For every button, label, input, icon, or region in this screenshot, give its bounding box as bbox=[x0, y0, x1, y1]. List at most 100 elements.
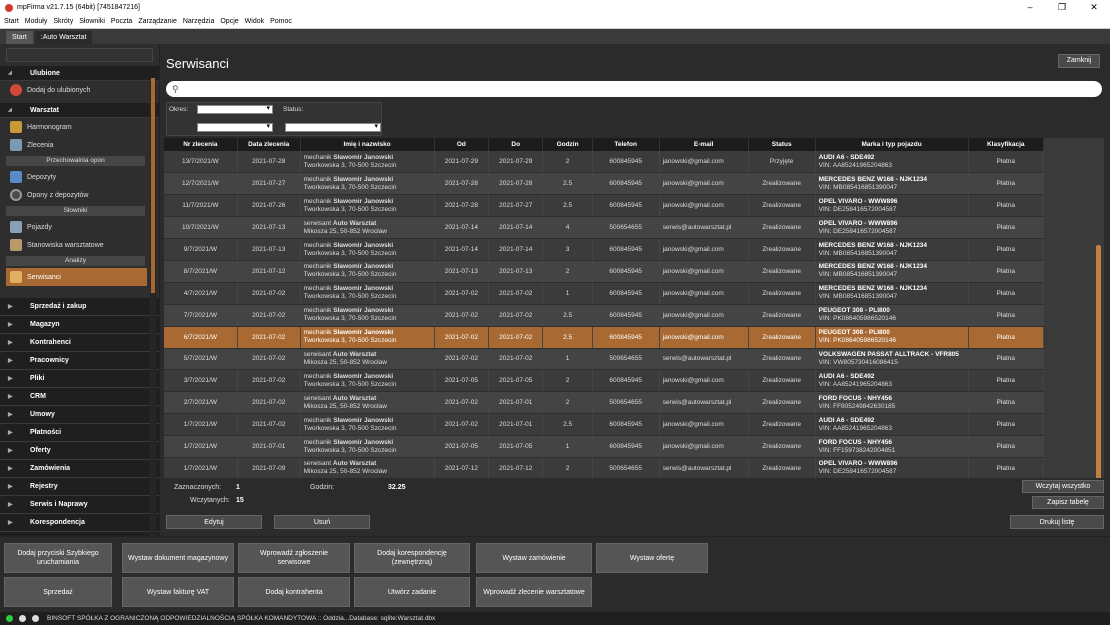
wczytaj-wszystko-button[interactable]: Wczytaj wszystko bbox=[1022, 480, 1104, 493]
sidebar-item-opony[interactable]: Opony z depozytów bbox=[0, 186, 159, 204]
cell-name: mechanik Sławomir Janowski Tworkowska 3, … bbox=[300, 172, 435, 196]
sidebar-scrollbar[interactable] bbox=[151, 78, 155, 293]
column-header[interactable]: Imię i nazwisko bbox=[300, 138, 435, 151]
tab-start[interactable]: Start bbox=[6, 31, 33, 44]
table-row[interactable]: 13/7/2021/W 2021-07-28 mechanik Sławomir J… bbox=[164, 151, 1045, 174]
table-row[interactable]: 10/7/2021/W 2021-07-13 serwisant Auto Wars… bbox=[164, 216, 1045, 240]
table-row[interactable]: 1/7/2021/W 2021-07-01 mechanik Sławomir Ja… bbox=[164, 435, 1045, 458]
sidebar-item-zlecenia[interactable]: Zlecenia bbox=[0, 136, 159, 154]
cell-vehicle: MERCEDES BENZ W168 - NJK1234 VIN: MB08541… bbox=[815, 282, 969, 305]
column-header[interactable]: Do bbox=[488, 138, 544, 151]
table-row[interactable]: 4/7/2021/W 2021-07-02 mechanik Sławomir Ja… bbox=[164, 282, 1045, 305]
section-5[interactable]: ▶ CRM bbox=[0, 388, 159, 406]
quick-button-5[interactable]: Wystaw ofertę bbox=[596, 543, 708, 573]
menu-item-9[interactable]: Pomoc bbox=[270, 18, 292, 25]
menu-item-8[interactable]: Widok bbox=[245, 18, 264, 25]
section-ulubione[interactable]: ◢ Ulubione bbox=[0, 66, 159, 81]
section-0[interactable]: ▶ Sprzedaż i zakup bbox=[0, 298, 159, 316]
minimize-button[interactable]: – bbox=[1014, 0, 1046, 15]
section-1[interactable]: ▶ Magazyn bbox=[0, 316, 159, 334]
column-header[interactable]: Status bbox=[748, 138, 816, 151]
menu-item-6[interactable]: Narzędzia bbox=[183, 18, 215, 25]
column-header[interactable]: Godzin bbox=[542, 138, 593, 151]
sidebar-item-harmonogram[interactable]: Harmonogram bbox=[0, 118, 159, 136]
cell: 600845945 bbox=[592, 413, 660, 437]
section-warsztat[interactable]: ◢ Warsztat bbox=[0, 103, 159, 118]
table-row[interactable]: 7/7/2021/W 2021-07-02 mechanik Sławomir Ja… bbox=[164, 304, 1045, 327]
menu-item-7[interactable]: Opcje bbox=[220, 18, 238, 25]
okres-select[interactable] bbox=[197, 104, 273, 114]
quick-button-9[interactable]: Utwórz zadanie bbox=[354, 577, 470, 607]
menu-item-2[interactable]: Skróty bbox=[53, 18, 73, 25]
zamknij-button[interactable]: Zamknij bbox=[1058, 54, 1100, 68]
cell: 2021-07-02 bbox=[237, 326, 301, 349]
section-4[interactable]: ▶ Pliki bbox=[0, 370, 159, 388]
table-row[interactable]: 8/7/2021/W 2021-07-12 mechanik Sławomir Ja… bbox=[164, 260, 1045, 283]
zapisz-tabele-button[interactable]: Zapisz tabelę bbox=[1032, 496, 1104, 509]
column-header[interactable]: Klasyfikacja bbox=[968, 138, 1045, 151]
section-11[interactable]: ▶ Serwis i Naprawy bbox=[0, 496, 159, 514]
cell: Płatna bbox=[968, 260, 1045, 283]
cell: 2021-07-02 bbox=[488, 326, 544, 349]
section-6[interactable]: ▶ Umowy bbox=[0, 406, 159, 424]
sidebar-item-depozyty[interactable]: Depozyty bbox=[0, 168, 159, 186]
quick-button-4[interactable]: Wystaw zamówienie bbox=[476, 543, 592, 573]
section-12[interactable]: ▶ Korespondencja bbox=[0, 514, 159, 532]
column-header[interactable]: Marka i typ pojazdu bbox=[815, 138, 969, 151]
column-header[interactable]: Od bbox=[434, 138, 490, 151]
sidebar-item-add-favorite[interactable]: Dodaj do ulubionych bbox=[0, 81, 159, 99]
quick-button-8[interactable]: Dodaj kontrahenta bbox=[238, 577, 350, 607]
quick-button-1[interactable]: Wystaw dokument magazynowy bbox=[122, 543, 234, 573]
section-2[interactable]: ▶ Kontrahenci bbox=[0, 334, 159, 352]
column-header[interactable]: Telefon bbox=[592, 138, 660, 151]
menu-item-4[interactable]: Poczta bbox=[111, 18, 132, 25]
sidebar-item-pojazdy[interactable]: Pojazdy bbox=[0, 218, 159, 236]
quick-button-0[interactable]: Dodaj przyciski Szybkiego uruchamiania bbox=[4, 543, 112, 573]
table-row[interactable]: 5/7/2021/W 2021-07-02 serwisant Auto Warsz… bbox=[164, 348, 1045, 371]
cell: janowski@gmail.com bbox=[659, 194, 749, 218]
collapse-icon: ▶ bbox=[8, 304, 13, 310]
column-header[interactable]: Data zlecenia bbox=[237, 138, 301, 151]
table-row[interactable]: 1/7/2021/W 2021-07-02 mechanik Sławomir Ja… bbox=[164, 413, 1045, 437]
sidebar-search[interactable] bbox=[6, 48, 153, 62]
menu-item-0[interactable]: Start bbox=[4, 18, 19, 25]
drukuj-liste-button[interactable]: Drukuj listę bbox=[1010, 515, 1104, 529]
sidebar-item-stanowiska[interactable]: Stanowiska warsztatowe bbox=[0, 236, 159, 254]
quick-button-2[interactable]: Wprowadź zgłoszenie serwisowe bbox=[238, 543, 350, 573]
section-3[interactable]: ▶ Pracownicy bbox=[0, 352, 159, 370]
table-row[interactable]: 1/7/2021/W 2021-07-09 serwisant Auto Warsz… bbox=[164, 457, 1045, 478]
section-8[interactable]: ▶ Oferty bbox=[0, 442, 159, 460]
quick-button-3[interactable]: Dodaj korespondencję (zewnętrzną) bbox=[354, 543, 470, 573]
cell-vehicle: PEUGEOT 308 - PLI800 VIN: PK0864059865201… bbox=[815, 304, 969, 327]
table-row[interactable]: 9/7/2021/W 2021-07-13 mechanik Sławomir Ja… bbox=[164, 238, 1045, 261]
table-row[interactable]: 2/7/2021/W 2021-07-02 serwisant Auto Warsz… bbox=[164, 391, 1045, 415]
close-window-button[interactable]: ✕ bbox=[1078, 0, 1110, 15]
table-row[interactable]: 3/7/2021/W 2021-07-02 mechanik Sławomir Ja… bbox=[164, 369, 1045, 393]
section-10[interactable]: ▶ Rejestry bbox=[0, 478, 159, 496]
edytuj-button[interactable]: Edytuj bbox=[166, 515, 262, 529]
cell: 2021-07-14 bbox=[488, 238, 544, 261]
sidebar-item-serwisanci[interactable]: Serwisanci bbox=[6, 268, 147, 286]
column-header[interactable]: E-mail bbox=[659, 138, 749, 151]
table-row[interactable]: 11/7/2021/W 2021-07-26 mechanik Sławomir J… bbox=[164, 194, 1045, 218]
table-row[interactable]: 6/7/2021/W 2021-07-02 mechanik Sławomir Ja… bbox=[164, 326, 1045, 349]
quick-button-7[interactable]: Wystaw fakturę VAT bbox=[122, 577, 234, 607]
menu-item-1[interactable]: Moduły bbox=[25, 18, 48, 25]
quick-button-6[interactable]: Sprzedaż bbox=[4, 577, 112, 607]
usun-button[interactable]: Usuń bbox=[274, 515, 370, 529]
okres-range-select[interactable] bbox=[197, 122, 273, 132]
tab-auto-warsztat[interactable]: :Auto Warsztat bbox=[34, 31, 93, 44]
cell-vehicle: VOLKSWAGEN PASSAT ALLTRACK - VFR805 VIN: … bbox=[815, 348, 969, 371]
column-header[interactable]: Nr zlecenia bbox=[164, 138, 238, 151]
section-7[interactable]: ▶ Płatności bbox=[0, 424, 159, 442]
menu-item-3[interactable]: Słowniki bbox=[79, 18, 105, 25]
section-9[interactable]: ▶ Zamówienia bbox=[0, 460, 159, 478]
quick-button-10[interactable]: Wprowadź zlecenie warsztatowe bbox=[476, 577, 592, 607]
status-select[interactable] bbox=[285, 122, 381, 132]
grid-scrollbar[interactable] bbox=[1096, 245, 1101, 478]
search-input[interactable]: ⚲ bbox=[166, 81, 1102, 97]
maximize-button[interactable]: ❐ bbox=[1046, 0, 1078, 15]
collapse-icon: ▶ bbox=[8, 466, 13, 472]
menu-item-5[interactable]: Zarządzanie bbox=[138, 18, 177, 25]
table-row[interactable]: 12/7/2021/W 2021-07-27 mechanik Sławomir J… bbox=[164, 172, 1045, 196]
